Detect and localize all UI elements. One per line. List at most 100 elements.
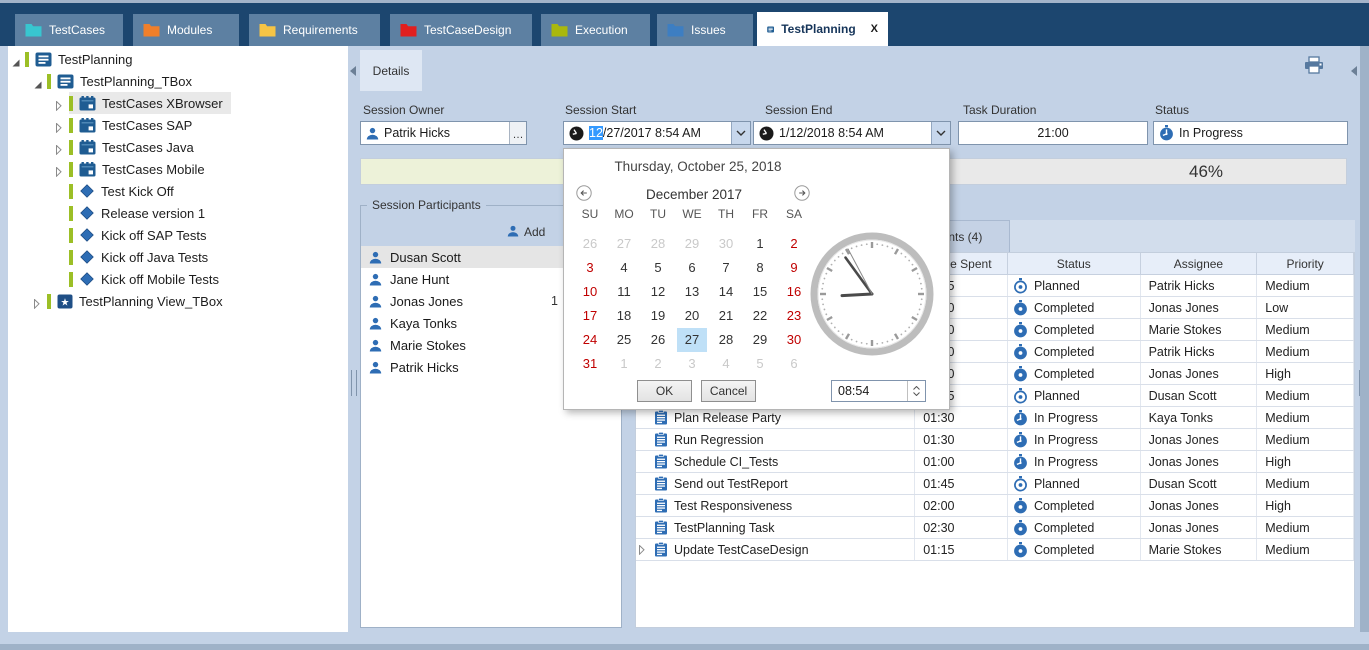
- tree-item-testplanning-tbox[interactable]: TestPlanning_TBox: [8, 70, 348, 92]
- calendar-day[interactable]: 13: [677, 280, 707, 304]
- calendar-day[interactable]: 3: [575, 256, 605, 280]
- tab-details[interactable]: Details: [360, 50, 422, 91]
- calendar-day[interactable]: 25: [609, 328, 639, 352]
- tab-label: TestPlanning: [781, 22, 855, 36]
- calendar-day[interactable]: 7: [711, 256, 741, 280]
- task-row[interactable]: Send out TestReport01:45PlannedDusan Sco…: [636, 473, 1354, 495]
- app-tab-execution[interactable]: Execution: [541, 14, 650, 46]
- calendar-day[interactable]: 27: [677, 328, 707, 352]
- cancel-button[interactable]: Cancel: [701, 380, 756, 402]
- app-tab-testplanning[interactable]: TestPlanning X: [757, 12, 888, 46]
- tree-item-kick-off-mobile-tests[interactable]: Kick off Mobile Tests: [8, 268, 348, 290]
- column-header[interactable]: Assignee: [1141, 253, 1258, 274]
- close-tab-icon[interactable]: X: [871, 23, 878, 35]
- app-tab-modules[interactable]: Modules: [133, 14, 239, 46]
- calendar-day[interactable]: 28: [711, 328, 741, 352]
- owner-browse-button[interactable]: …: [509, 122, 526, 144]
- add-participant-button[interactable]: Add: [507, 222, 545, 242]
- task-row[interactable]: Test Responsiveness02:00CompletedJonas J…: [636, 495, 1354, 517]
- tab-label: Modules: [167, 23, 212, 37]
- tree-item-testcases-java[interactable]: TestCases Java: [8, 136, 348, 158]
- task-row[interactable]: Schedule CI_Tests01:00In ProgressJonas J…: [636, 451, 1354, 473]
- calendar-day[interactable]: 15: [745, 280, 775, 304]
- calendar-day[interactable]: 2: [779, 232, 809, 256]
- calendar-day[interactable]: 24: [575, 328, 605, 352]
- right-collapse-arrow[interactable]: [1351, 66, 1357, 76]
- task-duration-field[interactable]: 21:00: [958, 121, 1148, 145]
- next-month-icon[interactable]: [794, 185, 810, 201]
- calendar-day[interactable]: 1: [745, 232, 775, 256]
- calendar-day[interactable]: 17: [575, 304, 605, 328]
- calendar-day[interactable]: 16: [779, 280, 809, 304]
- tree-item-testplanning[interactable]: TestPlanning: [8, 48, 348, 70]
- calendar-day[interactable]: 3: [677, 352, 707, 376]
- column-header[interactable]: Priority: [1257, 253, 1354, 274]
- expander-collapsed-icon: [56, 145, 62, 155]
- calendar-day[interactable]: 6: [677, 256, 707, 280]
- print-icon[interactable]: [1303, 56, 1325, 80]
- time-spinner[interactable]: [907, 381, 925, 401]
- calendar-day[interactable]: 29: [677, 232, 707, 256]
- tree-item-kick-off-sap-tests[interactable]: Kick off SAP Tests: [8, 224, 348, 246]
- calendar-day[interactable]: 22: [745, 304, 775, 328]
- session-end-dropdown-button[interactable]: [931, 122, 950, 144]
- tree-item-release-version-1[interactable]: Release version 1: [8, 202, 348, 224]
- app-tab-requirements[interactable]: Requirements: [249, 14, 380, 46]
- status-field[interactable]: In Progress: [1153, 121, 1348, 145]
- calendar-day[interactable]: 26: [643, 328, 673, 352]
- tree-item-testcases-xbrowser[interactable]: TestCases XBrowser: [8, 92, 348, 114]
- tree-splitter-grip[interactable]: [351, 370, 357, 396]
- calendar-day[interactable]: 4: [711, 352, 741, 376]
- tree-item-testcases-mobile[interactable]: TestCases Mobile: [8, 158, 348, 180]
- calendar-day[interactable]: 5: [643, 256, 673, 280]
- app-tab-testcasedesign[interactable]: TestCaseDesign: [390, 14, 532, 46]
- calendar-day[interactable]: 8: [745, 256, 775, 280]
- picker-month-label[interactable]: December 2017: [624, 187, 764, 202]
- calendar-day[interactable]: 12: [643, 280, 673, 304]
- calendar-day[interactable]: 20: [677, 304, 707, 328]
- calendar-day[interactable]: 30: [779, 328, 809, 352]
- session-end-field[interactable]: 1/12/2018 8:54 AM: [753, 121, 951, 145]
- calendar-day[interactable]: 14: [711, 280, 741, 304]
- tree-item-testplanning-view-tbox[interactable]: ★TestPlanning View_TBox: [8, 290, 348, 312]
- calendar-day[interactable]: 28: [643, 232, 673, 256]
- prev-month-icon[interactable]: [576, 185, 592, 201]
- calendar-day[interactable]: 31: [575, 352, 605, 376]
- tree-collapse-arrow[interactable]: [350, 66, 356, 76]
- ok-button[interactable]: OK: [637, 380, 692, 402]
- calendar-day[interactable]: 6: [779, 352, 809, 376]
- session-owner-value: Patrik Hicks: [384, 126, 450, 140]
- row-expander[interactable]: [639, 545, 645, 555]
- tree-item-testcases-sap[interactable]: TestCases SAP: [8, 114, 348, 136]
- session-start-dropdown-button[interactable]: [731, 122, 750, 144]
- calendar-day[interactable]: 5: [745, 352, 775, 376]
- calendar-day[interactable]: 1: [609, 352, 639, 376]
- calendar-day[interactable]: 18: [609, 304, 639, 328]
- calendar-day[interactable]: 2: [643, 352, 673, 376]
- calendar-day[interactable]: 29: [745, 328, 775, 352]
- session-start-field[interactable]: 12/27/2017 8:54 AM: [563, 121, 751, 145]
- calendar-day[interactable]: 27: [609, 232, 639, 256]
- calendar-day[interactable]: 19: [643, 304, 673, 328]
- calendar-day[interactable]: 26: [575, 232, 605, 256]
- task-priority: Medium: [1265, 323, 1309, 337]
- calendar-day[interactable]: 10: [575, 280, 605, 304]
- calendar-day[interactable]: 21: [711, 304, 741, 328]
- calendar-day[interactable]: 4: [609, 256, 639, 280]
- time-input[interactable]: 08:54: [831, 380, 926, 402]
- task-row[interactable]: Plan Release Party01:30In ProgressKaya T…: [636, 407, 1354, 429]
- task-row[interactable]: TestPlanning Task02:30CompletedJonas Jon…: [636, 517, 1354, 539]
- tree-expander[interactable]: [34, 296, 40, 314]
- tree-item-test-kick-off[interactable]: Test Kick Off: [8, 180, 348, 202]
- tree-item-kick-off-java-tests[interactable]: Kick off Java Tests: [8, 246, 348, 268]
- task-row[interactable]: Run Regression01:30In ProgressJonas Jone…: [636, 429, 1354, 451]
- app-tab-testcases[interactable]: TestCases: [15, 14, 123, 46]
- calendar-day[interactable]: 9: [779, 256, 809, 280]
- session-owner-field[interactable]: Patrik Hicks …: [360, 121, 527, 145]
- calendar-day[interactable]: 30: [711, 232, 741, 256]
- app-tab-issues[interactable]: Issues: [657, 14, 753, 46]
- calendar-day[interactable]: 23: [779, 304, 809, 328]
- task-row[interactable]: Update TestCaseDesign01:15CompletedMarie…: [636, 539, 1354, 561]
- column-header[interactable]: Status: [1008, 253, 1141, 274]
- calendar-day[interactable]: 11: [609, 280, 639, 304]
